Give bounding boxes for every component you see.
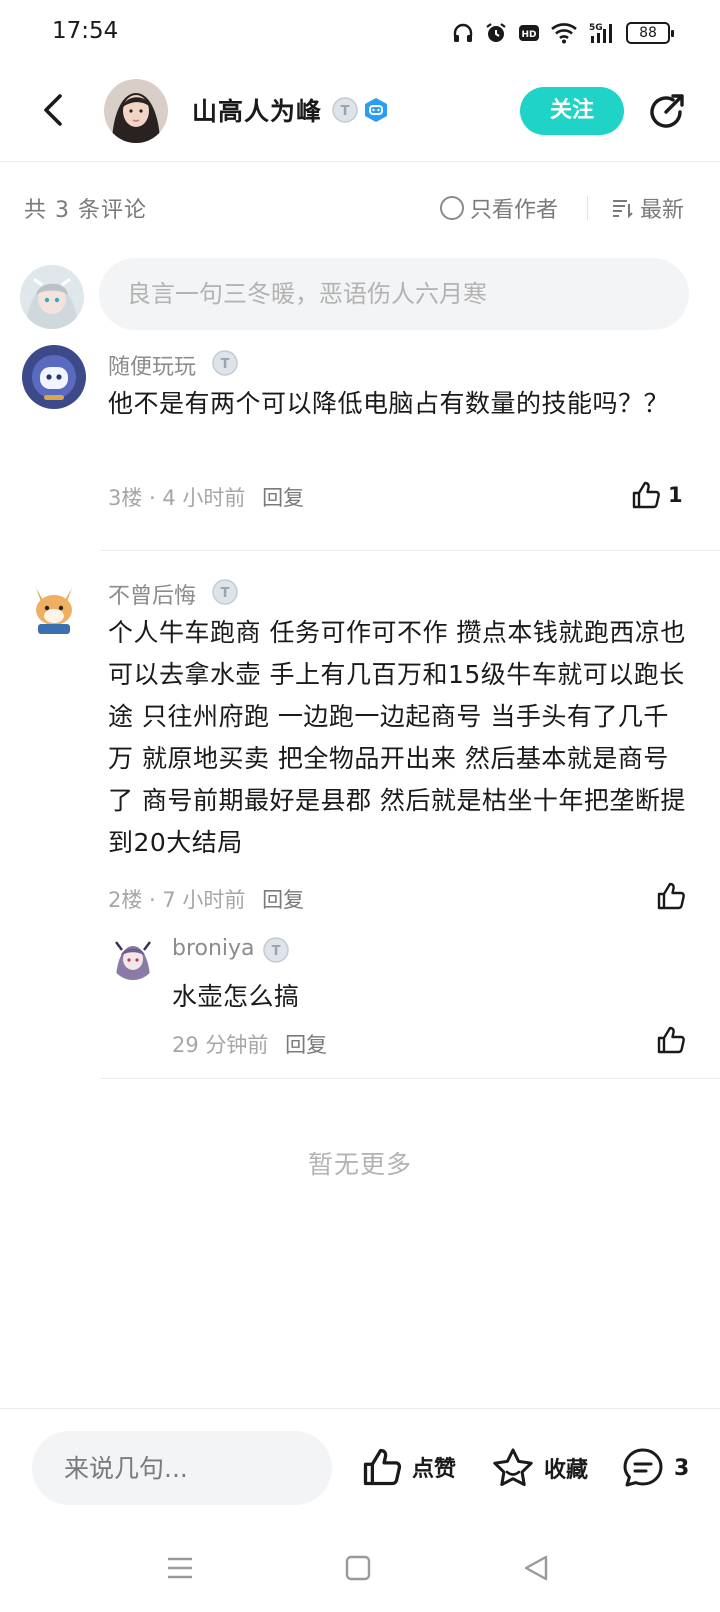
like-count: 1 <box>668 483 683 507</box>
like-post-label: 点赞 <box>412 1457 457 1482</box>
status-time: 17:54 <box>52 18 119 44</box>
reply-button[interactable]: 回复 <box>285 1033 327 1057</box>
svg-text:T: T <box>221 357 230 372</box>
signal-5g-icon: 5G <box>589 23 612 43</box>
battery-icon: 88 <box>626 22 674 44</box>
comment-composer[interactable] <box>99 258 689 330</box>
favorite-button[interactable]: 收藏 <box>490 1445 588 1491</box>
reply-time: 29 分钟前 <box>172 1033 269 1057</box>
thumbs-up-icon <box>632 481 660 509</box>
alarm-icon <box>486 23 506 42</box>
commenter-name[interactable]: 随便玩玩 <box>108 349 196 381</box>
author-only-label: 只看作者 <box>470 198 559 223</box>
no-more-label: 暂无更多 <box>307 1150 412 1179</box>
hd-icon: HD <box>519 25 539 41</box>
like-button[interactable] <box>655 880 693 912</box>
svg-text:5G: 5G <box>589 23 603 33</box>
quick-comment-box[interactable] <box>32 1431 332 1505</box>
favorite-label: 收藏 <box>544 1458 589 1483</box>
share-icon[interactable] <box>644 90 688 134</box>
radio-icon[interactable] <box>440 196 464 220</box>
status-bar: 17:54 HD 5G 88 <box>0 0 720 66</box>
toolbar-divider <box>587 196 588 220</box>
tier-badge-icon: T <box>212 579 238 605</box>
author-name[interactable]: 山高人为峰 <box>192 92 322 128</box>
tier-badge-icon: T <box>212 350 238 376</box>
status-icons: HD 5G 88 <box>451 18 674 48</box>
comment-meta: 2楼 · 7 小时前 回复 <box>108 884 304 914</box>
like-button[interactable] <box>655 1024 693 1056</box>
svg-text:T: T <box>341 104 350 119</box>
star-icon <box>493 1448 533 1487</box>
comment-count-label: 共 3 条评论 <box>24 198 147 223</box>
comments-button[interactable]: 3 <box>620 1445 689 1491</box>
like-button[interactable]: 1 <box>630 479 683 511</box>
comment-meta: 3楼 · 4 小时前 回复 <box>108 482 304 512</box>
reply-button[interactable]: 回复 <box>262 888 304 912</box>
comment-count: 3 <box>674 1455 690 1481</box>
comment-text: 个人牛车跑商 任务可作可不作 攒点本钱就跑西凉也可以去拿水壶 手上有几百万和15… <box>108 618 686 857</box>
post-header: 山高人为峰 T 关注 <box>0 66 720 162</box>
game-badge-icon <box>365 98 387 122</box>
sort-icon <box>613 200 633 219</box>
sort-button[interactable]: 最新 <box>610 192 684 224</box>
reply-meta: 29 分钟前 回复 <box>172 1029 327 1059</box>
thumbs-up-icon <box>657 1026 685 1054</box>
system-nav-bar <box>0 1522 720 1612</box>
reply-button[interactable]: 回复 <box>262 486 304 510</box>
svg-text:T: T <box>272 944 281 959</box>
bottom-action-bar: 点赞 收藏 3 <box>0 1408 720 1522</box>
back-arrow-icon[interactable] <box>32 88 76 132</box>
thumbs-up-icon <box>363 1448 402 1486</box>
tier-badge-icon: T <box>332 97 358 123</box>
comment-divider <box>100 550 720 551</box>
sort-label: 最新 <box>640 198 685 223</box>
home-icon[interactable] <box>342 1552 374 1584</box>
comment-floor-time: 2楼 · 7 小时前 <box>108 888 246 912</box>
thumbs-up-icon <box>657 882 685 910</box>
commenter-avatar[interactable] <box>22 574 86 638</box>
menu-icon[interactable] <box>164 1552 196 1584</box>
comment-floor-time: 3楼 · 4 小时前 <box>108 486 246 510</box>
comment-divider <box>100 1078 720 1079</box>
follow-button[interactable]: 关注 <box>520 87 624 135</box>
tier-badge-icon: T <box>263 937 289 963</box>
author-avatar[interactable] <box>104 79 168 143</box>
reply-text: 水壶怎么搞 <box>172 982 300 1011</box>
svg-text:HD: HD <box>521 30 536 40</box>
comment-input[interactable] <box>99 258 689 330</box>
svg-text:T: T <box>221 586 230 601</box>
quick-comment-input[interactable] <box>32 1431 332 1505</box>
back-triangle-icon[interactable] <box>520 1552 552 1584</box>
wifi-icon <box>551 23 577 44</box>
comment-text: 他不是有两个可以降低电脑占有数量的技能吗？？ <box>108 389 670 418</box>
replier-name[interactable]: broniya <box>172 936 255 961</box>
commenter-name[interactable]: 不曾后悔 <box>108 578 196 610</box>
headphones-icon <box>453 23 473 42</box>
comment-icon <box>623 1448 663 1487</box>
commenter-avatar[interactable] <box>22 345 86 409</box>
like-post-button[interactable]: 点赞 <box>360 1445 456 1489</box>
replier-avatar[interactable] <box>110 934 156 980</box>
author-only-toggle[interactable]: 只看作者 <box>440 192 558 224</box>
my-avatar <box>20 265 84 329</box>
